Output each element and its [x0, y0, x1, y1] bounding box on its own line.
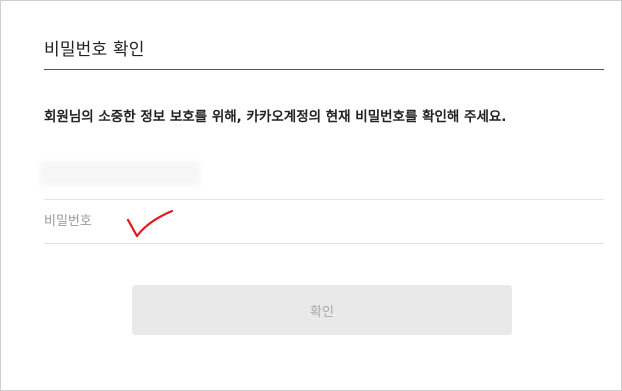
dialog-title: 비밀번호 확인	[44, 40, 145, 60]
password-confirm-dialog: 비밀번호 확인 회원님의 소중한 정보 보호를 위해, 카카오계정의 현재 비밀…	[0, 0, 622, 391]
red-checkmark-icon	[126, 209, 174, 238]
dialog-description: 회원님의 소중한 정보 보호를 위해, 카카오계정의 현재 비밀번호를 확인해 …	[44, 109, 507, 125]
title-divider	[44, 69, 604, 70]
account-id-blurred	[40, 162, 200, 186]
account-id-field	[40, 149, 604, 200]
confirm-button[interactable]: 확인	[132, 285, 512, 335]
